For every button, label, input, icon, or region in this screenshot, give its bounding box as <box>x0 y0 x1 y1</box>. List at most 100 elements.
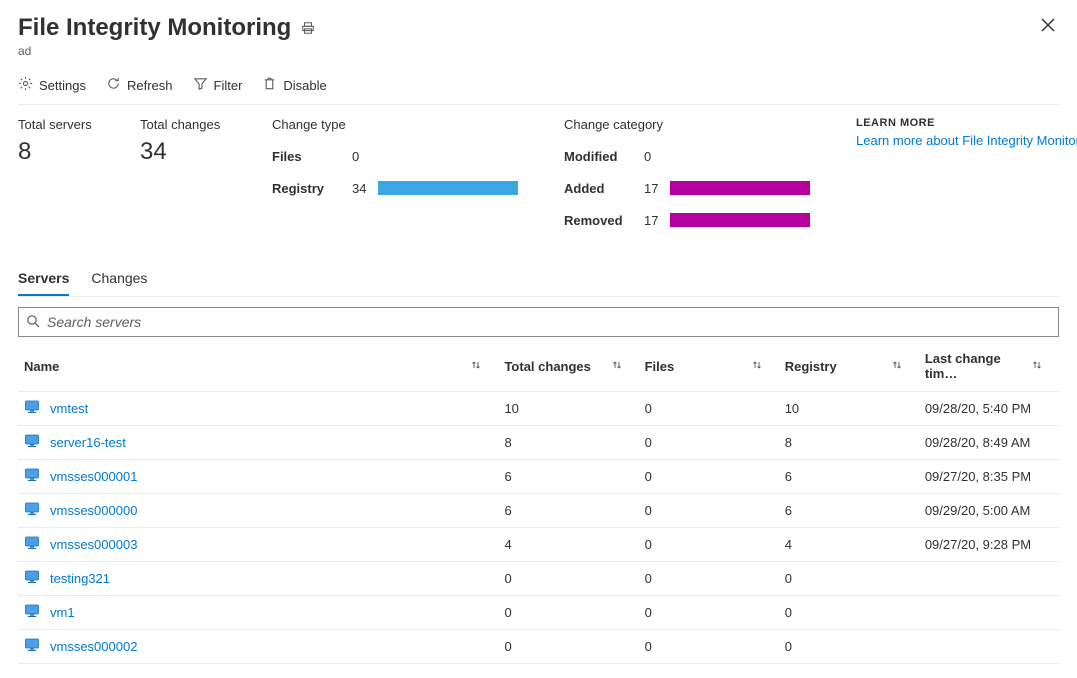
server-link[interactable]: vmsses000001 <box>50 469 137 484</box>
toolbar: Settings Refresh Filter Disable <box>18 76 1059 105</box>
added-value: 17 <box>644 181 670 196</box>
server-icon <box>24 637 40 656</box>
cell-registry: 10 <box>779 392 919 426</box>
sort-icon <box>891 359 903 374</box>
tab-changes[interactable]: Changes <box>91 270 147 296</box>
filter-icon <box>193 76 208 94</box>
disable-label: Disable <box>283 78 326 93</box>
added-bar <box>670 181 810 195</box>
added-label: Added <box>564 181 644 196</box>
server-link[interactable]: server16-test <box>50 435 126 450</box>
modified-label: Modified <box>564 149 644 164</box>
sort-icon <box>751 359 763 374</box>
registry-label: Registry <box>272 181 352 196</box>
removed-bar <box>670 213 810 227</box>
table-row: vmtest1001009/28/20, 5:40 PM <box>18 392 1059 426</box>
col-last-change[interactable]: Last change tim… <box>919 341 1059 392</box>
col-files[interactable]: Files <box>639 341 779 392</box>
table-row: vmsses00000160609/27/20, 8:35 PM <box>18 460 1059 494</box>
table-row: server16-test80809/28/20, 8:49 AM <box>18 426 1059 460</box>
cell-files: 0 <box>639 392 779 426</box>
table-row: testing321000 <box>18 562 1059 596</box>
server-icon <box>24 535 40 554</box>
server-icon <box>24 433 40 452</box>
settings-label: Settings <box>39 78 86 93</box>
modified-value: 0 <box>644 149 670 164</box>
cell-files: 0 <box>639 562 779 596</box>
summary-row: Total servers 8 Total changes 34 Change … <box>18 117 1059 240</box>
server-icon <box>24 501 40 520</box>
change-category-modified-row: Modified 0 <box>564 144 824 168</box>
filter-button[interactable]: Filter <box>193 76 243 94</box>
server-link[interactable]: vmsses000000 <box>50 503 137 518</box>
change-category-label: Change category <box>564 117 824 132</box>
sort-icon <box>611 359 623 374</box>
cell-registry: 6 <box>779 460 919 494</box>
total-servers-label: Total servers <box>18 117 108 132</box>
cell-registry: 4 <box>779 528 919 562</box>
cell-registry: 0 <box>779 562 919 596</box>
disable-button[interactable]: Disable <box>262 76 326 94</box>
col-name[interactable]: Name <box>18 341 498 392</box>
change-type-registry-row: Registry 34 <box>272 176 532 200</box>
trash-icon <box>262 76 277 94</box>
registry-value: 34 <box>352 181 378 196</box>
col-total-changes-label: Total changes <box>504 359 590 374</box>
close-button[interactable] <box>1037 14 1059 39</box>
cell-total-changes: 0 <box>498 630 638 664</box>
col-registry-label: Registry <box>785 359 837 374</box>
registry-bar <box>378 181 518 195</box>
cell-last-change: 09/28/20, 5:40 PM <box>919 392 1059 426</box>
sort-icon <box>1031 359 1043 374</box>
server-link[interactable]: vmsses000002 <box>50 639 137 654</box>
tab-servers[interactable]: Servers <box>18 270 69 296</box>
server-icon <box>24 467 40 486</box>
settings-button[interactable]: Settings <box>18 76 86 94</box>
cell-last-change <box>919 596 1059 630</box>
removed-value: 17 <box>644 213 670 228</box>
page-subtitle: ad <box>18 44 1037 58</box>
files-label: Files <box>272 149 352 164</box>
cell-last-change <box>919 630 1059 664</box>
cell-last-change: 09/27/20, 9:28 PM <box>919 528 1059 562</box>
print-icon[interactable] <box>301 14 315 42</box>
server-link[interactable]: vm1 <box>50 605 75 620</box>
page-title: File Integrity Monitoring <box>18 14 1037 42</box>
cell-files: 0 <box>639 596 779 630</box>
cell-total-changes: 8 <box>498 426 638 460</box>
server-icon <box>24 399 40 418</box>
files-value: 0 <box>352 149 378 164</box>
page-title-text: File Integrity Monitoring <box>18 14 291 42</box>
cell-registry: 0 <box>779 596 919 630</box>
sort-icon <box>470 359 482 374</box>
cell-last-change: 09/27/20, 8:35 PM <box>919 460 1059 494</box>
server-link[interactable]: vmtest <box>50 401 88 416</box>
cell-registry: 6 <box>779 494 919 528</box>
learn-more-text: Learn more about File Integrity Monitori… <box>856 133 1077 148</box>
total-servers-value: 8 <box>18 138 108 166</box>
col-registry[interactable]: Registry <box>779 341 919 392</box>
learn-more-link[interactable]: Learn more about File Integrity Monitori… <box>856 133 1077 148</box>
refresh-icon <box>106 76 121 94</box>
cell-total-changes: 0 <box>498 562 638 596</box>
learn-more-label: LEARN MORE <box>856 117 1077 129</box>
col-last-change-label: Last change tim… <box>925 351 1027 381</box>
search-input[interactable] <box>18 307 1059 337</box>
table-row: vmsses000002000 <box>18 630 1059 664</box>
col-name-label: Name <box>24 359 59 374</box>
cell-total-changes: 10 <box>498 392 638 426</box>
col-total-changes[interactable]: Total changes <box>498 341 638 392</box>
servers-table: Name Total changes Files Registry Last c… <box>18 341 1059 664</box>
cell-last-change: 09/28/20, 8:49 AM <box>919 426 1059 460</box>
cell-total-changes: 0 <box>498 596 638 630</box>
server-link[interactable]: vmsses000003 <box>50 537 137 552</box>
change-type-files-row: Files 0 <box>272 144 532 168</box>
removed-label: Removed <box>564 213 644 228</box>
cell-files: 0 <box>639 630 779 664</box>
server-link[interactable]: testing321 <box>50 571 110 586</box>
refresh-button[interactable]: Refresh <box>106 76 173 94</box>
total-changes-value: 34 <box>140 138 240 166</box>
change-category-added-row: Added 17 <box>564 176 824 200</box>
cell-files: 0 <box>639 460 779 494</box>
server-icon <box>24 603 40 622</box>
